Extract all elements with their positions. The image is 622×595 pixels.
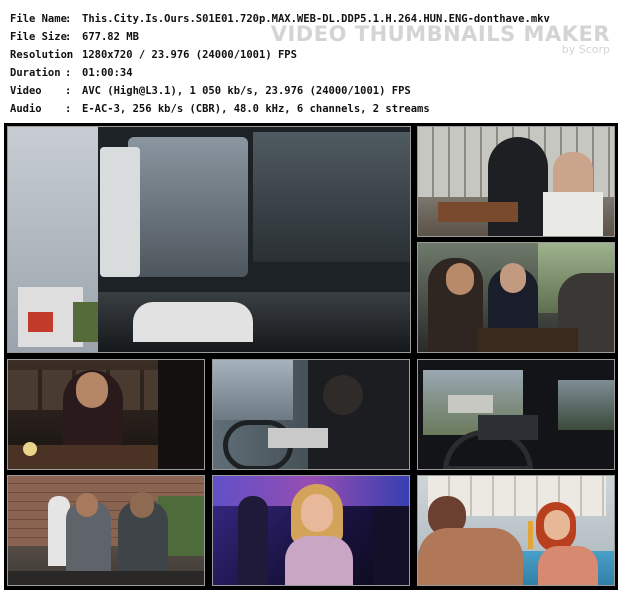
thumbnail-club-woman xyxy=(212,475,410,586)
watermark: VIDEO THUMBNAILS MAKER by Scorp xyxy=(271,22,610,56)
thumbnail-pool-couple xyxy=(417,475,615,586)
info-value: E-AC-3, 256 kb/s (CBR), 48.0 kHz, 6 chan… xyxy=(82,103,430,115)
info-key: File Name xyxy=(10,13,67,25)
thumbnail-truck-cab xyxy=(7,126,411,353)
thumbnail-cafe-conversation xyxy=(417,126,615,237)
info-key: File Size xyxy=(10,31,67,43)
watermark-title: VIDEO THUMBNAILS MAKER xyxy=(270,22,610,46)
info-key: Audio xyxy=(10,103,42,115)
info-key: Video xyxy=(10,85,42,97)
info-row-video: Video: AVC (High@L3.1), 1 050 kb/s, 23.97… xyxy=(10,82,550,100)
thumbnail-man-at-table xyxy=(7,359,205,470)
thumbnail-sheet xyxy=(4,123,618,590)
thumbnail-street-group xyxy=(7,475,205,586)
info-row-duration: Duration:01:00:34 xyxy=(10,64,550,82)
thumbnail-pub-table xyxy=(417,242,615,353)
info-value: 677.82 MB xyxy=(82,31,139,43)
thumbnail-driver-wheel xyxy=(212,359,410,470)
info-key: Duration xyxy=(10,67,61,79)
info-value: AVC (High@L3.1), 1 050 kb/s, 23.976 (240… xyxy=(82,85,411,97)
info-value: 01:00:34 xyxy=(82,67,133,79)
info-key: Resolution xyxy=(10,49,74,61)
info-row-audio: Audio: E-AC-3, 256 kb/s (CBR), 48.0 kHz, … xyxy=(10,100,550,118)
info-value: 1280x720 / 23.976 (24000/1001) FPS xyxy=(82,49,297,61)
thumbnail-car-window xyxy=(417,359,615,470)
